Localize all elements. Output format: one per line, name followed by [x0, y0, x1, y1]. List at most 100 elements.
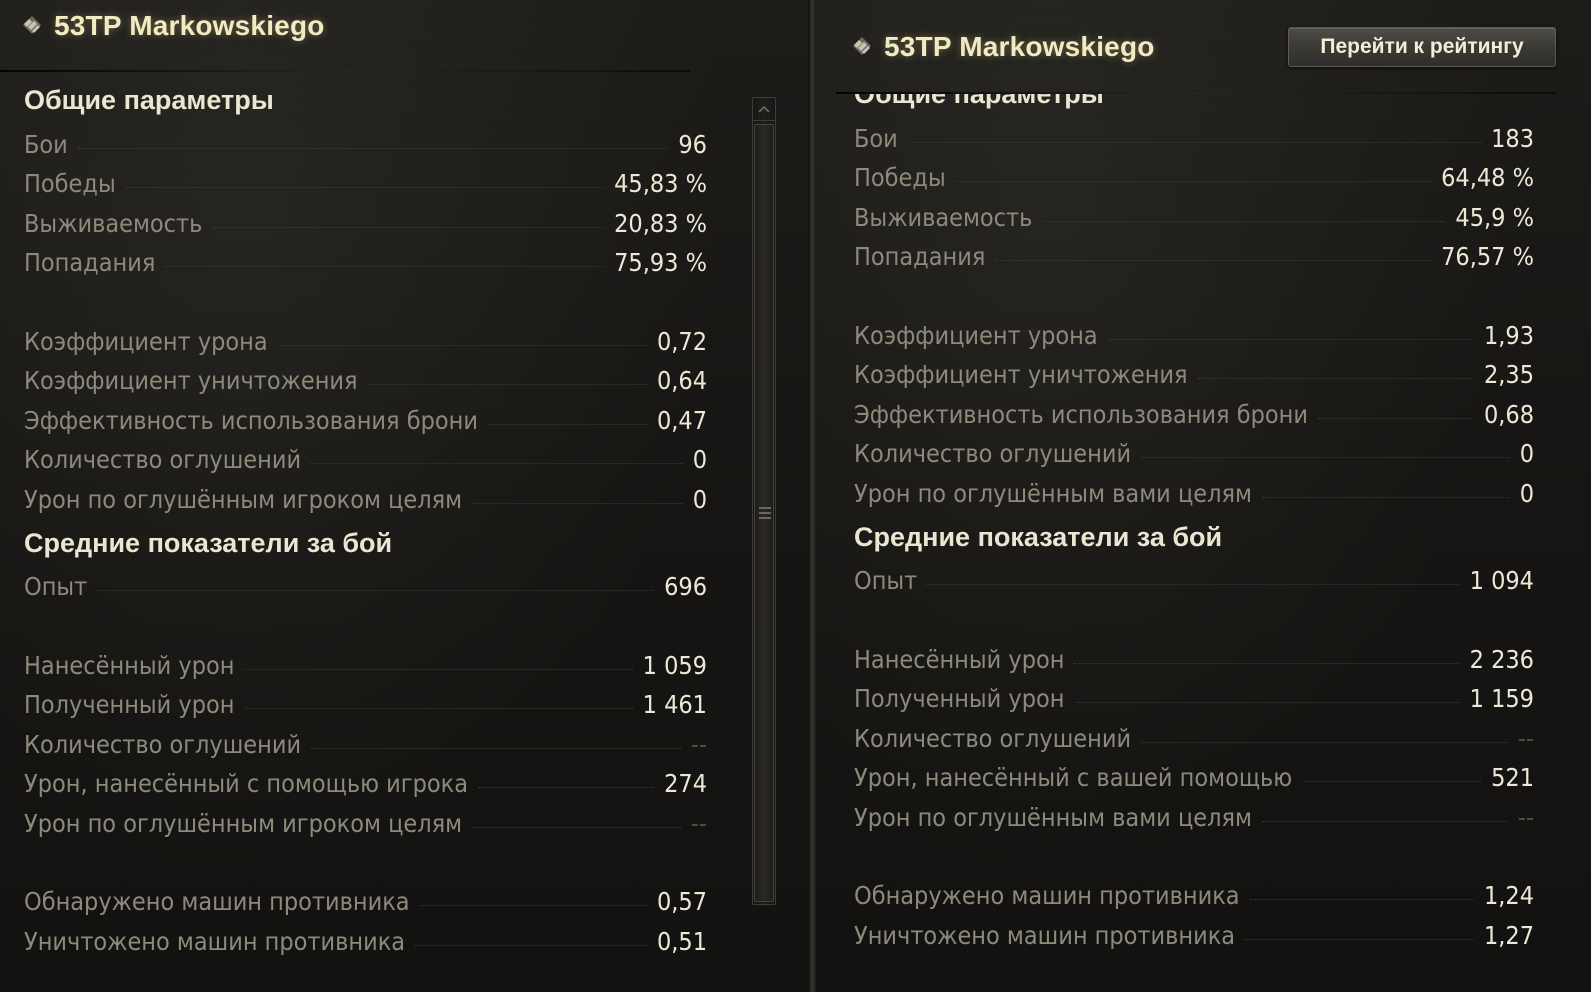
stat-label: Урон, нанесённый с вашей помощью: [854, 763, 1293, 792]
stat-label: Опыт: [854, 566, 918, 595]
stat-value: 1,27: [1483, 920, 1534, 950]
dotted-leader: [244, 708, 633, 709]
stat-label: Коэффициент уничтожения: [24, 366, 358, 395]
stat-row: Эффективность использования брони 0,47: [24, 400, 707, 440]
stat-row: Уничтожено машин противника 1,27: [854, 915, 1534, 955]
stat-value: 0,64: [656, 366, 707, 395]
stat-row: Попадания 75,93 %: [24, 243, 707, 283]
stat-value: 45,83 %: [614, 169, 707, 198]
stat-label: Обнаружено машин противника: [24, 887, 410, 916]
stat-label: Урон по оглушённым игроком целям: [24, 808, 463, 838]
tank-class-icon: [22, 10, 42, 42]
dotted-leader: [1249, 899, 1474, 900]
stat-label: Полученный урон: [24, 690, 235, 719]
stat-value: 76,57 %: [1441, 242, 1534, 271]
stat-label: Бои: [24, 129, 68, 159]
stat-label: Выживаемость: [854, 202, 1033, 232]
stat-value: 0: [1519, 478, 1534, 508]
stat-value: 45,9 %: [1455, 202, 1534, 232]
dotted-leader: [995, 260, 1432, 261]
dotted-leader: [1074, 662, 1460, 664]
dotted-leader: [472, 502, 683, 504]
stat-label: Урон по оглушённым вами целям: [854, 802, 1252, 832]
dotted-leader: [419, 905, 647, 906]
right-scroll-viewport: Общие параметры Бои 183 Победы 64,48 % Выжива…: [816, 94, 1591, 992]
stat-value: --: [1517, 802, 1534, 832]
stat-row: Количество оглушений 0: [854, 434, 1534, 474]
scroll-thumb[interactable]: [754, 124, 774, 902]
dotted-leader: [1042, 220, 1446, 222]
dotted-leader: [487, 423, 647, 425]
stat-value: --: [1517, 723, 1534, 753]
stat-row: Коэффициент уничтожения 2,35: [854, 355, 1534, 395]
stat-row: Полученный урон 1 159: [854, 679, 1534, 719]
stat-label: Коэффициент уничтожения: [854, 360, 1188, 389]
stat-value: 1 461: [642, 690, 707, 719]
dotted-leader: [367, 384, 647, 385]
dotted-leader: [1317, 417, 1474, 419]
stat-value: 0,68: [1483, 399, 1534, 429]
dotted-leader: [97, 590, 655, 591]
left-stats-panel: 53TP Markowskiego Общие параметры Бои 96 По…: [0, 0, 808, 992]
stat-row: Выживаемость 20,83 %: [24, 203, 707, 243]
stat-row: Полученный урон 1 461: [24, 685, 707, 725]
scrollbar[interactable]: [752, 97, 776, 905]
stat-value: 696: [664, 572, 707, 601]
stat-row: Уничтожено машин противника 0,51: [24, 921, 707, 961]
stat-row: Коэффициент урона 0,72: [24, 321, 707, 361]
stat-label: Количество оглушений: [854, 723, 1132, 753]
stat-label: Попадания: [854, 242, 986, 271]
stat-label: Обнаружено машин противника: [854, 881, 1240, 910]
section-heading: Средние показатели за бой: [24, 527, 393, 558]
section-heading: Общие параметры: [24, 85, 274, 115]
dotted-leader: [165, 266, 605, 267]
go-to-rating-button[interactable]: Перейти к рейтингу: [1288, 27, 1556, 67]
dotted-leader: [1261, 496, 1510, 498]
stat-row: Коэффициент уничтожения 0,64: [24, 361, 707, 401]
dotted-leader: [927, 584, 1460, 585]
stat-row: Урон, нанесённый с помощью игрока 274: [24, 764, 707, 804]
stat-value: 0: [1519, 439, 1534, 468]
stat-label: Победы: [854, 163, 946, 192]
stat-row: Бои 96: [24, 124, 707, 164]
stat-row: Количество оглушений 0: [24, 440, 707, 480]
stat-label: Количество оглушений: [854, 439, 1132, 468]
stat-value: --: [690, 729, 707, 759]
dotted-leader: [1197, 378, 1474, 379]
dotted-leader: [311, 747, 681, 749]
left-stats-list: Общие параметры Бои 96 Победы 45,83 % Выживае…: [24, 80, 707, 992]
dotted-leader: [472, 826, 681, 828]
stat-label: Нанесённый урон: [24, 650, 235, 680]
stat-value: 274: [664, 769, 707, 798]
stat-value: 96: [678, 129, 707, 159]
right-vehicle-title: 53TP Markowskiego: [852, 31, 1155, 63]
dotted-leader: [1141, 741, 1508, 743]
stat-value: 75,93 %: [614, 248, 707, 277]
stat-value: 1,93: [1483, 320, 1534, 350]
right-stats-panel: 53TP Markowskiego Общие параметры Бои 183 П…: [816, 0, 1591, 992]
panel-divider: [808, 0, 816, 992]
stat-value: 2,35: [1483, 360, 1534, 389]
stat-label: Опыт: [24, 572, 88, 601]
stat-row: Урон, нанесённый с вашей помощью 521: [854, 758, 1534, 798]
stat-label: Полученный урон: [854, 684, 1065, 713]
stat-value: 1 059: [642, 650, 707, 680]
dotted-leader: [1141, 457, 1510, 458]
dotted-leader: [311, 463, 683, 464]
stat-row: Эффективность использования брони 0,68: [854, 394, 1534, 434]
vehicle-name: 53TP Markowskiego: [54, 10, 325, 41]
stat-value: 20,83 %: [614, 208, 707, 238]
stat-row: Количество оглушений --: [24, 724, 707, 764]
stat-label: Нанесённый урон: [854, 644, 1065, 674]
stat-value: --: [690, 808, 707, 838]
dotted-leader: [244, 668, 633, 670]
stat-value: 0,72: [656, 326, 707, 356]
stat-label: Победы: [24, 169, 116, 198]
dotted-leader: [277, 344, 647, 346]
scroll-up-arrow-icon[interactable]: [753, 98, 775, 121]
dotted-leader: [415, 944, 647, 946]
dotted-leader: [1302, 781, 1482, 782]
dotted-leader: [955, 181, 1432, 182]
stat-row: Нанесённый урон 1 059: [24, 645, 707, 685]
stat-row: Урон по оглушённым игроком целям 0: [24, 479, 707, 519]
